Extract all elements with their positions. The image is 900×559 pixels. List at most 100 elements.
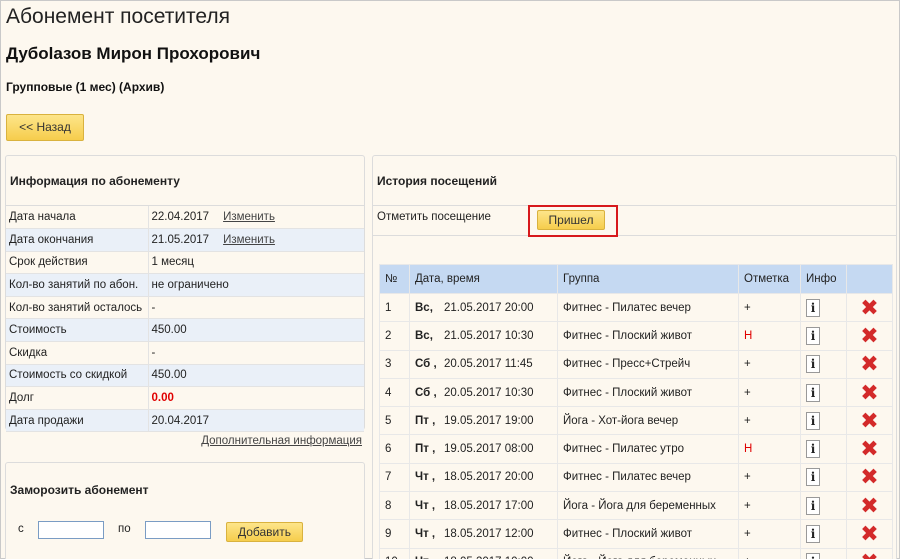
info-row: Дата продажи 20.04.2017 [6,409,364,433]
delete-icon[interactable]: ✖ [860,551,878,559]
visit-datetime: 19.05.2017 08:00 [444,443,534,456]
came-button[interactable]: Пришел [537,210,605,230]
visit-datetime-cell: Чт , 18.05.2017 17:00 [409,491,558,521]
visit-mark: Н [738,434,801,464]
visit-number: 4 [379,377,410,408]
visit-group: Йога - Йога для беременных [557,547,739,559]
visit-mark: + [738,349,801,379]
info-row: Стоимость 450.00 [6,318,364,343]
delete-icon[interactable]: ✖ [860,324,878,346]
info-value-cell: - [148,296,364,320]
visit-info-cell: i [800,406,847,436]
visit-info-cell: i [800,491,847,521]
info-key: Дата окончания [6,228,149,252]
page-title: Абонемент посетителя [6,5,231,28]
subscription-info-panel: Информация по абонементу Дата начала 22.0… [5,155,365,433]
col-group: Группа [557,264,739,294]
info-value: 0.00 [151,392,174,405]
info-value: - [151,301,156,314]
visit-delete-cell: ✖ [846,292,893,323]
info-key: Срок действия [6,251,149,275]
change-start-date-link[interactable]: Изменить [223,211,275,223]
info-icon[interactable]: i [806,326,820,345]
visit-number: 6 [379,434,410,464]
back-button[interactable]: << Назад [6,114,84,141]
freeze-from-input[interactable] [38,521,104,539]
visit-history-panel: История посещений Отметить посещение При… [372,155,897,559]
freeze-heading: Заморозить абонемент [10,483,149,497]
info-row: Кол-во занятий осталось - [6,296,364,320]
visit-mark: + [738,462,801,493]
info-row: Скидка - [6,341,364,365]
info-value: 450.00 [151,324,187,337]
visit-number: 8 [379,491,410,521]
info-row: Дата окончания 21.05.2017 Изменить [6,228,364,252]
info-icon[interactable]: i [806,496,820,515]
delete-icon[interactable]: ✖ [860,296,878,318]
visit-mark: + [738,491,801,521]
visit-group: Фитнес - Пилатес утро [557,434,739,464]
delete-icon[interactable]: ✖ [860,353,878,375]
mark-visit-row: Отметить посещение Пришел [373,205,896,237]
add-freeze-button[interactable]: Добавить [226,522,303,542]
visit-delete-cell: ✖ [846,434,893,464]
info-icon[interactable]: i [806,383,820,402]
info-icon[interactable]: i [806,468,820,487]
info-key: Кол-во занятий по абон. [6,273,149,297]
visit-day: Чт , [415,528,436,541]
visit-row: 7 Чт , 18.05.2017 20:00 Фитнес - Пилатес ве… [379,462,893,493]
info-icon[interactable]: i [806,525,820,544]
delete-icon[interactable]: ✖ [860,466,878,488]
info-value-cell: - [148,341,364,365]
visit-day: Чт , [415,499,436,512]
delete-icon[interactable]: ✖ [860,438,878,460]
info-value: - [151,346,156,359]
visit-row: 3 Сб , 20.05.2017 11:45 Фитнес - Пресс+Стре… [379,349,893,379]
delete-icon[interactable]: ✖ [860,494,878,516]
info-icon[interactable]: i [806,355,820,374]
visit-datetime-cell: Чт ,18.05.2017 10:00 [409,547,558,559]
info-row: Срок действия 1 месяц [6,251,364,275]
info-icon[interactable]: i [806,553,820,559]
change-end-date-link[interactable]: Изменить [223,234,275,246]
info-value-cell: 450.00 [148,364,364,388]
subscription-name: Групповые (1 мес) (Архив) [6,80,165,94]
visit-datetime: 18.05.2017 17:00 [444,499,534,512]
info-icon[interactable]: i [806,411,820,430]
visit-number: 2 [379,321,410,351]
info-value: 22.04.2017 [151,211,210,224]
delete-icon[interactable]: ✖ [860,523,878,545]
info-icon[interactable]: i [806,298,820,317]
visit-datetime: 20.05.2017 10:30 [444,386,534,399]
freeze-to-input[interactable] [145,521,211,539]
visit-mark: + [738,292,801,323]
visit-row: 10Чт ,18.05.2017 10:00Йога - Йога для бе… [379,547,893,559]
info-value-cell: 1 месяц [148,251,364,275]
visit-number: 3 [379,349,410,379]
info-value: 20.04.2017 [151,414,210,427]
visit-delete-cell: ✖ [846,406,893,436]
visit-group: Фитнес - Пилатес вечер [557,462,739,493]
visit-info-cell: i [800,519,847,549]
visit-number: 1 [379,292,410,323]
col-mark: Отметка [738,264,801,294]
info-value: 450.00 [151,369,187,382]
visit-number: 5 [379,406,410,436]
visits-header-row: № Дата, время Группа Отметка Инфо [379,264,893,294]
visit-datetime: 19.05.2017 19:00 [444,414,534,427]
more-info-link[interactable]: Дополнительная информация [201,435,362,447]
delete-icon[interactable]: ✖ [860,381,878,403]
visit-group: Фитнес - Пилатес вечер [557,292,739,323]
col-delete [846,264,893,294]
delete-icon[interactable]: ✖ [860,409,878,431]
visit-day: Вс, [415,301,433,314]
visit-datetime: 21.05.2017 10:30 [444,329,534,342]
info-row: Кол-во занятий по абон. не ограничено [6,273,364,297]
info-icon[interactable]: i [806,440,820,459]
info-value-cell: 0.00 [148,386,364,410]
info-heading: Информация по абонементу [6,156,364,206]
visit-delete-cell: ✖ [846,491,893,521]
info-row: Долг 0.00 [6,386,364,410]
visit-mark: + [738,519,801,549]
info-key: Стоимость со скидкой [6,364,149,388]
